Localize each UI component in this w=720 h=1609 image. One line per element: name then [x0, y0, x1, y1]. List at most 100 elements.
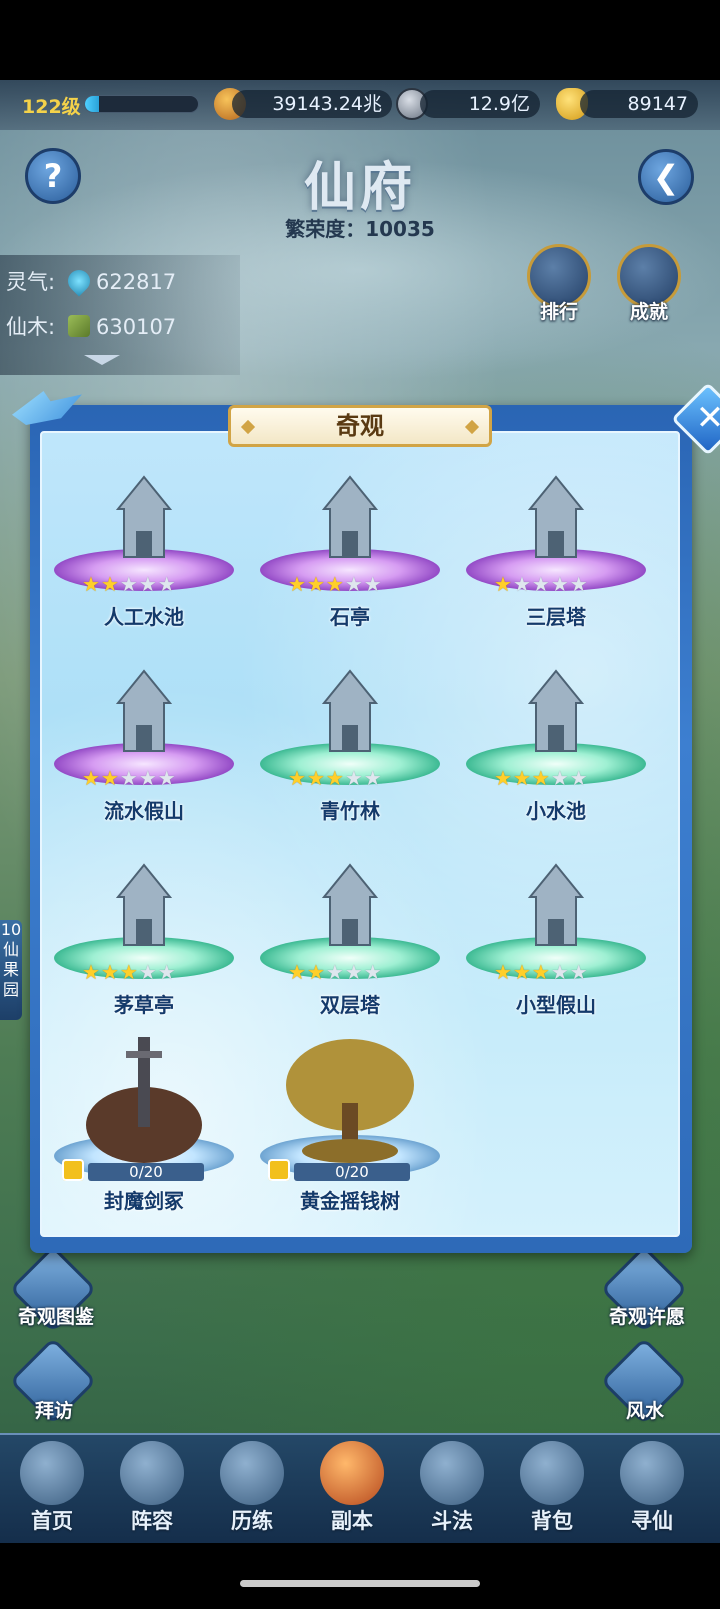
wonder-item[interactable]: 0/20 封魔剑冢	[54, 1033, 234, 1213]
star-icon: ★	[344, 766, 364, 790]
fengshui-label: 风水	[625, 1400, 664, 1422]
wonder-item[interactable]: ★★★★★ 流水假山	[54, 655, 234, 830]
resource-label: 仙木:	[6, 315, 56, 339]
nav-item[interactable]: 寻仙	[602, 1435, 702, 1545]
nav-icon	[320, 1441, 384, 1505]
star-icon: ★	[569, 766, 589, 790]
rank-label: 排行	[539, 301, 578, 323]
puzzle-piece-icon	[62, 1159, 84, 1181]
wonder-building-icon	[104, 663, 184, 763]
wonder-name: 黄金摇钱树	[300, 1189, 400, 1213]
wonder-name: 人工水池	[104, 605, 184, 629]
star-icon: ★	[119, 766, 139, 790]
wonder-building-icon	[516, 663, 596, 763]
nav-item[interactable]: 首页	[2, 1435, 102, 1545]
star-icon: ★	[157, 572, 177, 596]
fragment-progress: 0/20	[88, 1163, 204, 1181]
wonder-item[interactable]: ★★★★★ 石亭	[260, 461, 440, 636]
star-icon: ★	[494, 572, 513, 596]
star-rating: ★★★★★	[288, 961, 412, 983]
star-icon: ★	[531, 572, 551, 596]
question-icon: ?	[43, 157, 63, 195]
star-icon: ★	[288, 572, 307, 596]
star-icon: ★	[550, 960, 570, 984]
expand-chevron-icon[interactable]	[84, 355, 120, 365]
star-icon: ★	[325, 960, 345, 984]
wonder-name: 流水假山	[104, 799, 184, 823]
star-icon: ★	[512, 960, 532, 984]
prosperity-value: 繁荣度：10035	[285, 217, 435, 241]
wonder-building-icon	[104, 857, 184, 957]
wonder-name: 小水池	[526, 799, 586, 823]
star-icon: ★	[531, 766, 551, 790]
back-button[interactable]: ❮	[638, 149, 694, 205]
wonder-name: 封魔剑冢	[104, 1189, 184, 1213]
bottom-safe-area	[0, 1543, 720, 1609]
star-icon: ★	[288, 960, 307, 984]
star-icon: ★	[100, 960, 120, 984]
wonder-item[interactable]: ★★★★★ 小水池	[466, 655, 646, 830]
xp-bar-fill	[85, 96, 99, 112]
star-icon: ★	[512, 766, 532, 790]
star-icon: ★	[550, 572, 570, 596]
fragment-progress: 0/20	[294, 1163, 410, 1181]
star-rating: ★★★★★	[82, 961, 206, 983]
wonder-item[interactable]: ★★★★★ 双层塔	[260, 849, 440, 1024]
home-indicator[interactable]	[240, 1580, 480, 1587]
nav-icon	[420, 1441, 484, 1505]
wonder-item[interactable]: ★★★★★ 青竹林	[260, 655, 440, 830]
wonder-codex-label: 奇观图鉴	[17, 1306, 94, 1328]
star-icon: ★	[82, 572, 101, 596]
achievement-label: 成就	[629, 301, 668, 323]
star-icon: ★	[363, 960, 383, 984]
wonder-building-icon	[310, 469, 390, 569]
star-rating: ★★★★★	[494, 767, 618, 789]
nav-item[interactable]: 历练	[202, 1435, 302, 1545]
resource-row-spirit: 灵气: 622817	[6, 265, 176, 297]
wonder-item[interactable]: ★★★★★ 人工水池	[54, 461, 234, 636]
close-icon[interactable]: ✕	[684, 393, 720, 445]
star-icon: ★	[494, 960, 513, 984]
nav-label: 寻仙	[631, 1509, 673, 1533]
star-icon: ★	[344, 960, 364, 984]
star-icon: ★	[157, 960, 177, 984]
star-icon: ★	[325, 572, 345, 596]
star-icon: ★	[138, 960, 158, 984]
wonder-building-icon	[104, 469, 184, 569]
nav-icon	[520, 1441, 584, 1505]
star-icon: ★	[82, 960, 101, 984]
star-icon: ★	[344, 572, 364, 596]
star-icon: ★	[363, 766, 383, 790]
orchard-side-tab[interactable]: 10仙果园	[0, 920, 22, 1020]
star-rating: ★★★★★	[288, 767, 412, 789]
bottom-navigation: 首页 阵容 历练 副本 斗法 背包 寻仙	[0, 1433, 720, 1543]
help-button[interactable]: ?	[25, 148, 81, 204]
wonder-building-icon	[516, 857, 596, 957]
nav-item[interactable]: 阵容	[102, 1435, 202, 1545]
star-icon: ★	[138, 766, 158, 790]
star-icon: ★	[306, 572, 326, 596]
nav-label: 历练	[231, 1509, 273, 1533]
wonder-item[interactable]: ★★★★★ 茅草亭	[54, 849, 234, 1024]
wonder-name: 小型假山	[516, 993, 596, 1017]
nav-item[interactable]: 斗法	[402, 1435, 502, 1545]
nav-icon	[620, 1441, 684, 1505]
star-icon: ★	[288, 766, 307, 790]
xp-bar	[84, 95, 199, 113]
resource-row-wood: 仙木: 630107	[6, 311, 176, 341]
star-icon: ★	[119, 572, 139, 596]
wonder-name: 三层塔	[526, 605, 586, 629]
wonder-name: 双层塔	[320, 993, 380, 1017]
back-arrow-icon: ❮	[652, 158, 680, 196]
sword-tomb-icon	[74, 1033, 214, 1173]
wonder-name: 青竹林	[320, 799, 380, 823]
wonder-item[interactable]: ★★★★★ 小型假山	[466, 849, 646, 1024]
nav-item[interactable]: 背包	[502, 1435, 602, 1545]
combat-power-value: 39143.24兆	[232, 90, 392, 118]
star-icon: ★	[82, 766, 101, 790]
wonder-item[interactable]: ★★★★★ 三层塔	[466, 461, 646, 636]
nav-icon	[20, 1441, 84, 1505]
spirit-drop-icon	[63, 265, 95, 297]
nav-item[interactable]: 副本	[302, 1435, 402, 1545]
wonder-item[interactable]: 0/20 黄金摇钱树	[260, 1033, 440, 1213]
